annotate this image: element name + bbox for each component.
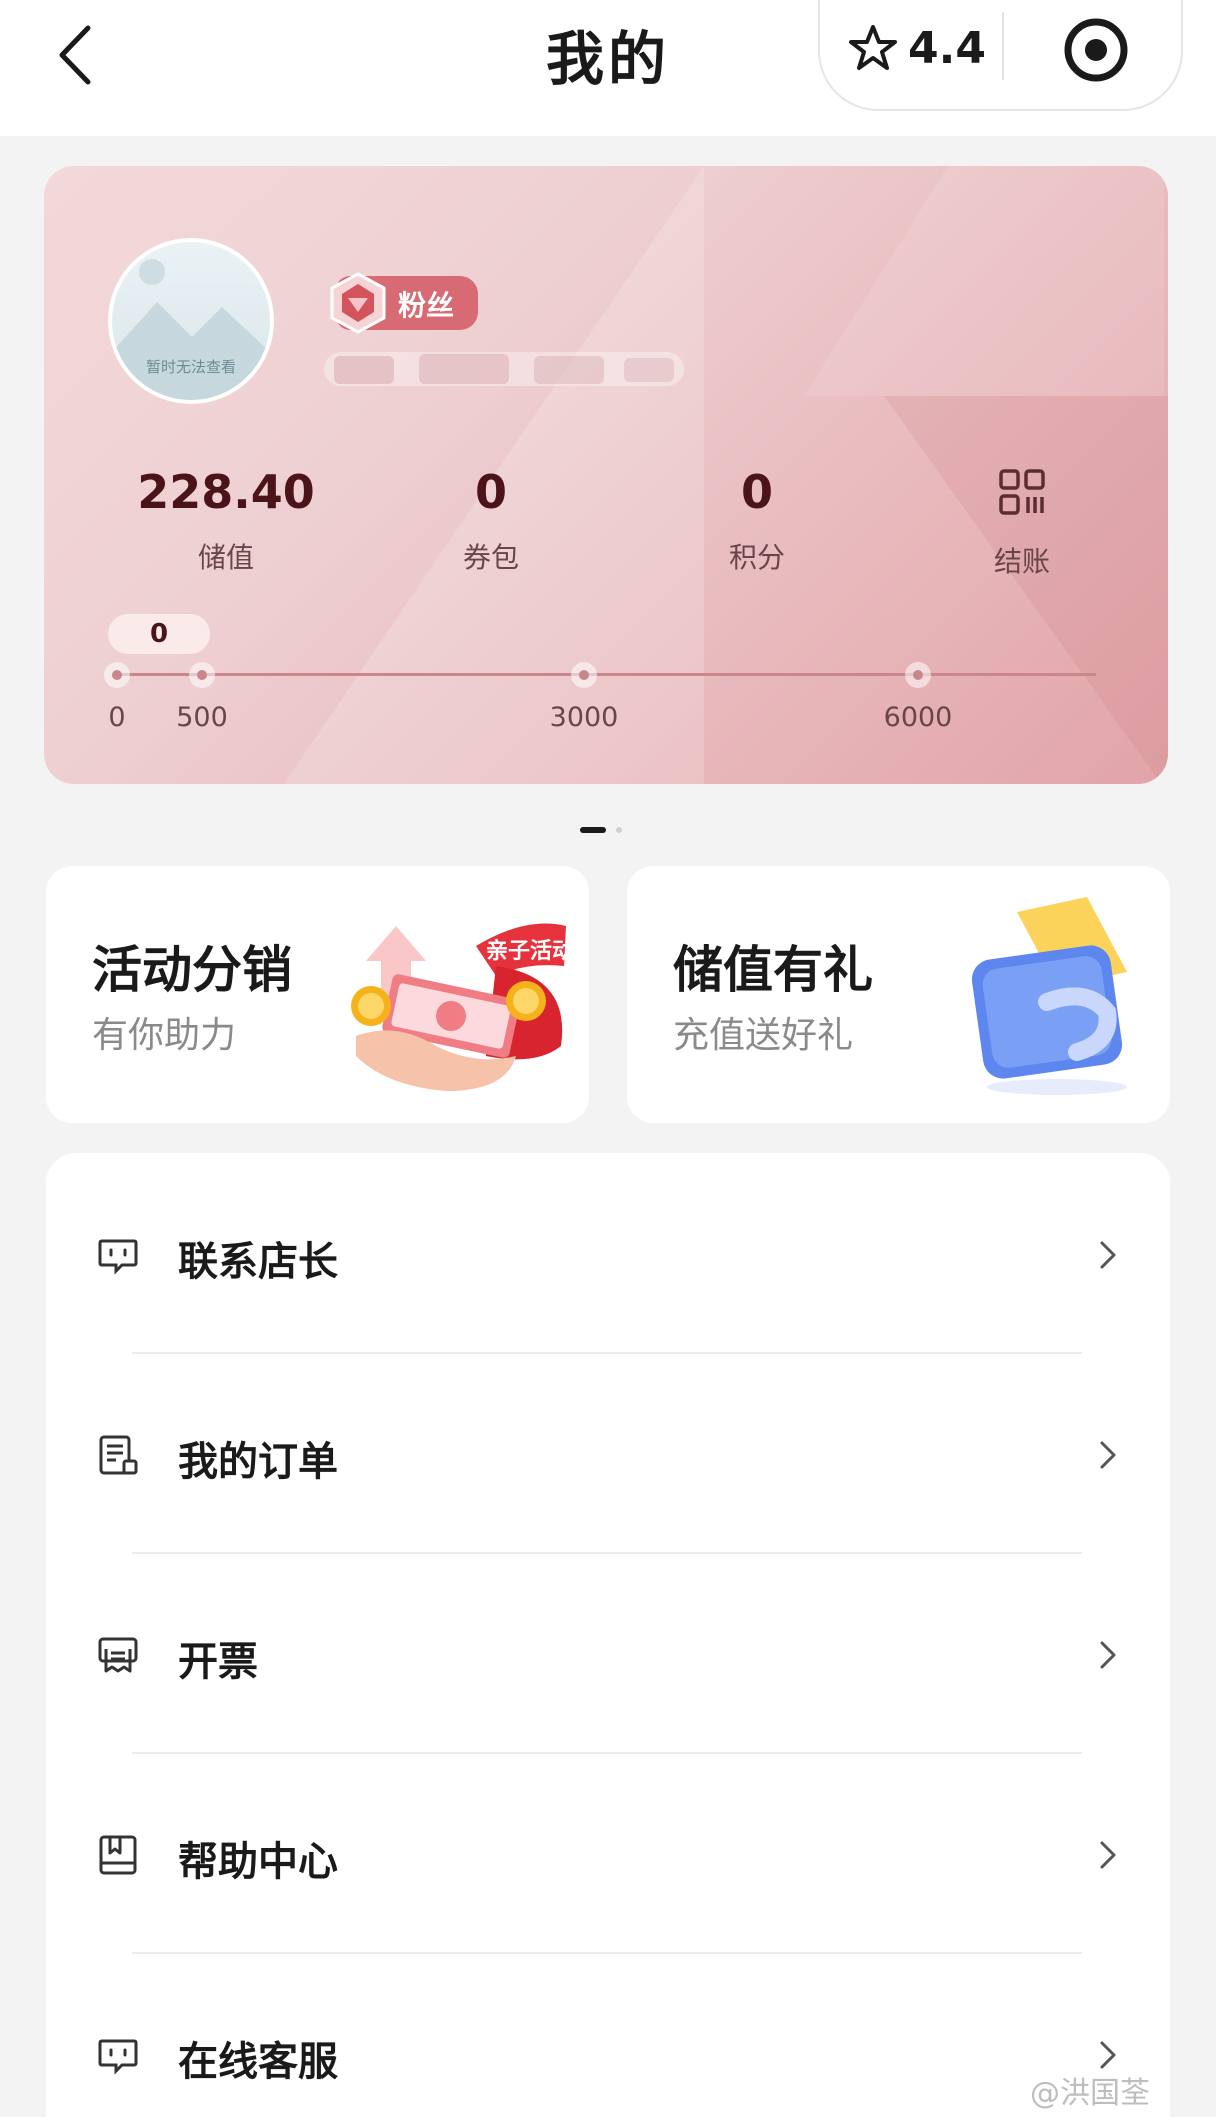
chevron-right-icon	[1100, 1441, 1116, 1469]
avatar-caption: 暂时无法查看	[145, 358, 236, 376]
checkout-button[interactable]: 结账	[902, 462, 1142, 580]
stored-value-label: 储值	[197, 541, 254, 574]
milestone-label: 3000	[549, 702, 619, 733]
capsule-divider	[1002, 12, 1004, 80]
wallet-illustration	[971, 897, 1127, 1095]
invoice-icon	[98, 1637, 138, 1673]
member-level-badge: 粉丝	[330, 272, 478, 334]
promo-subtitle: 有你助力	[92, 1015, 237, 1056]
order-icon	[99, 1435, 138, 1475]
coupon-count: 0	[474, 465, 507, 519]
promo-tag: 亲子活动	[486, 939, 574, 964]
chevron-right-icon	[1100, 1241, 1116, 1269]
promo-title: 活动分销	[92, 941, 292, 999]
milestone-label: 6000	[883, 702, 953, 733]
promo-title: 储值有礼	[673, 941, 873, 999]
qr-code-icon	[999, 469, 1045, 515]
points-count: 0	[740, 465, 773, 519]
watermark: @洪国荃	[1030, 2076, 1150, 2111]
points-label: 积分	[728, 541, 785, 574]
top-bar: 我的 4.4	[0, 0, 1216, 136]
carousel-dot	[616, 827, 622, 833]
target-icon	[1064, 18, 1128, 82]
coupon-label: 券包	[462, 541, 519, 574]
menu-list: 联系店长 我的订单 开票 帮助中心 在线客服	[46, 1153, 1170, 2117]
star-icon	[849, 25, 897, 70]
menu-item-my-orders[interactable]: 我的订单	[46, 1353, 1170, 1554]
menu-item-invoice[interactable]: 开票	[46, 1553, 1170, 1754]
chevron-right-icon	[1100, 1841, 1116, 1869]
milestone-node	[571, 662, 597, 688]
close-capsule-button[interactable]	[1062, 16, 1130, 84]
masked-username	[324, 352, 684, 386]
rating-value: 4.4	[908, 22, 986, 74]
card-decoration	[804, 166, 1164, 396]
menu-item-label: 我的订单	[178, 1439, 338, 1485]
stat-stored-value[interactable]: 228.40 储值	[106, 462, 346, 576]
carousel-dot-active	[580, 827, 606, 833]
avatar[interactable]: 暂时无法查看	[108, 238, 274, 404]
progress-current-value: 0	[108, 614, 210, 654]
chevron-right-icon	[1100, 1641, 1116, 1669]
progress-track	[116, 673, 1096, 676]
menu-item-online-support[interactable]: 在线客服	[46, 1953, 1170, 2117]
chat-icon	[98, 1239, 138, 1275]
menu-item-help-center[interactable]: 帮助中心	[46, 1753, 1170, 1954]
milestone-label: 500	[176, 702, 228, 733]
menu-item-label: 帮助中心	[178, 1839, 338, 1885]
help-book-icon	[99, 1835, 137, 1875]
stored-value-amount: 228.40	[137, 465, 315, 519]
diamond-icon	[330, 272, 386, 334]
member-card[interactable]: 暂时无法查看 粉丝 228.40 储值 0 券包 0 积分 结账 0 0 500…	[44, 166, 1168, 784]
milestone-node	[189, 662, 215, 688]
checkout-label: 结账	[993, 545, 1050, 578]
promo-stored-value-gift[interactable]: 储值有礼 充值送好礼	[627, 866, 1170, 1123]
menu-item-label: 开票	[178, 1639, 258, 1685]
mini-program-capsule: 4.4	[818, 0, 1183, 111]
cash-hand-illustration: 亲子活动	[351, 923, 574, 1091]
promo-subtitle: 充值送好礼	[673, 1015, 854, 1056]
promo-distribution[interactable]: 活动分销 有你助力 亲子活动	[46, 866, 589, 1123]
stat-points[interactable]: 0 积分	[637, 462, 877, 576]
menu-item-contact-manager[interactable]: 联系店长	[46, 1153, 1170, 1354]
member-level-label: 粉丝	[398, 289, 455, 322]
milestone-node	[104, 662, 130, 688]
chat-icon	[98, 2039, 138, 2075]
rating-button[interactable]: 4.4	[848, 16, 986, 80]
stat-coupons[interactable]: 0 券包	[371, 462, 611, 576]
menu-item-label: 联系店长	[178, 1239, 338, 1285]
milestone-node	[905, 662, 931, 688]
menu-item-label: 在线客服	[178, 2039, 338, 2085]
